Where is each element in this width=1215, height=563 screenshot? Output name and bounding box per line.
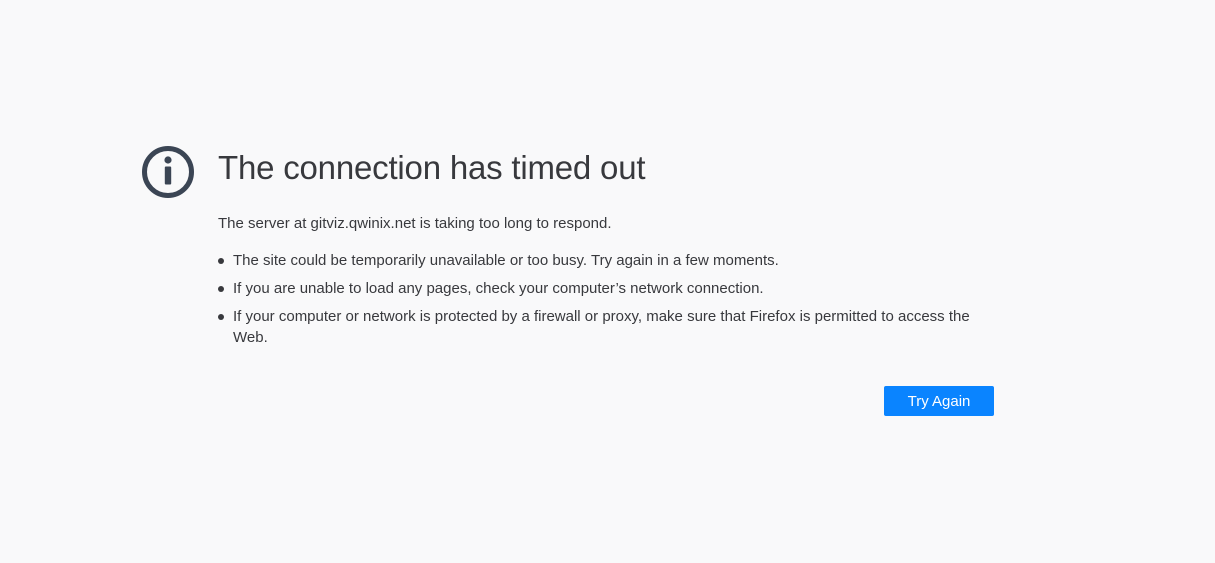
suggestion-list: The site could be temporarily unavailabl… xyxy=(218,250,994,348)
button-row: Try Again xyxy=(884,386,994,416)
info-icon xyxy=(142,146,194,198)
error-page: The connection has timed out The server … xyxy=(0,0,1215,563)
list-item: If your computer or network is protected… xyxy=(218,306,994,348)
try-again-button[interactable]: Try Again xyxy=(884,386,994,416)
suggestion-text: If your computer or network is protected… xyxy=(233,308,970,346)
list-item: The site could be temporarily unavailabl… xyxy=(218,250,994,271)
bullet-icon xyxy=(218,258,224,264)
list-item: If you are unable to load any pages, che… xyxy=(218,278,994,299)
suggestion-text: The site could be temporarily unavailabl… xyxy=(233,252,779,269)
bullet-icon xyxy=(218,286,224,292)
bullet-icon xyxy=(218,314,224,320)
error-content: The connection has timed out The server … xyxy=(218,146,994,355)
error-message: The server at gitviz.qwinix.net is takin… xyxy=(218,215,612,232)
suggestion-text: If you are unable to load any pages, che… xyxy=(233,280,764,297)
page-title: The connection has timed out xyxy=(218,149,646,186)
